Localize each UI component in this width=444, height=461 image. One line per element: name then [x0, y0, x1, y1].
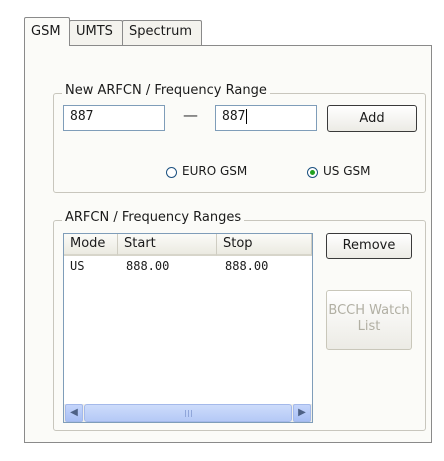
scroll-grip-line	[188, 410, 189, 417]
tab-umts[interactable]: UMTS	[69, 20, 123, 45]
row-mode: US	[70, 259, 85, 273]
scroll-left-icon[interactable]: ◀	[65, 404, 83, 422]
us-gsm-radio-icon[interactable]	[307, 167, 318, 178]
tab-umts-label: UMTS	[76, 24, 113, 39]
euro-gsm-label: EURO GSM	[182, 164, 248, 178]
bcch-watch-list-label-line1: BCCH Watch	[328, 303, 410, 318]
column-header-mode[interactable]: Mode	[64, 234, 118, 256]
text-caret	[246, 109, 248, 124]
remove-button[interactable]: Remove	[326, 233, 412, 259]
row-stop: 888.00	[225, 259, 269, 273]
scroll-grip-line	[185, 410, 186, 417]
us-gsm-label: US GSM	[323, 164, 371, 178]
tab-spectrum[interactable]: Spectrum	[122, 20, 202, 45]
us-gsm-option[interactable]: US GSM	[307, 164, 407, 180]
start-frequency-input[interactable]: 887	[63, 105, 165, 131]
horizontal-scrollbar[interactable]: ◀ ▶	[64, 404, 312, 422]
tab-spectrum-label: Spectrum	[129, 24, 192, 39]
new-range-legend: New ARFCN / Frequency Range	[62, 83, 270, 98]
row-start: 888.00	[126, 259, 170, 273]
add-button-label: Add	[359, 111, 385, 126]
add-button[interactable]: Add	[327, 105, 417, 132]
table-row[interactable]: US 888.00 888.00	[64, 257, 312, 275]
scroll-right-icon[interactable]: ▶	[293, 404, 311, 422]
euro-gsm-option[interactable]: EURO GSM	[166, 164, 276, 180]
tab-gsm[interactable]: GSM	[24, 17, 70, 46]
scroll-thumb[interactable]	[84, 404, 292, 422]
scroll-grip-line	[191, 410, 192, 417]
ranges-list[interactable]: Mode Start Stop US 888.00 888.00	[63, 233, 313, 423]
bcch-watch-list-button[interactable]: BCCH Watch List	[326, 290, 412, 350]
remove-button-label: Remove	[342, 238, 396, 253]
bcch-watch-list-label-line2: List	[357, 319, 381, 334]
range-separator: —	[183, 106, 198, 124]
stop-frequency-input[interactable]: 887	[215, 105, 317, 131]
tab-gsm-label: GSM	[31, 24, 61, 39]
column-header-start[interactable]: Start	[118, 234, 217, 256]
stop-frequency-value: 887	[222, 109, 246, 124]
column-header-stop[interactable]: Stop	[217, 234, 312, 256]
euro-gsm-radio-icon[interactable]	[166, 167, 177, 178]
ranges-legend: ARFCN / Frequency Ranges	[62, 210, 245, 225]
